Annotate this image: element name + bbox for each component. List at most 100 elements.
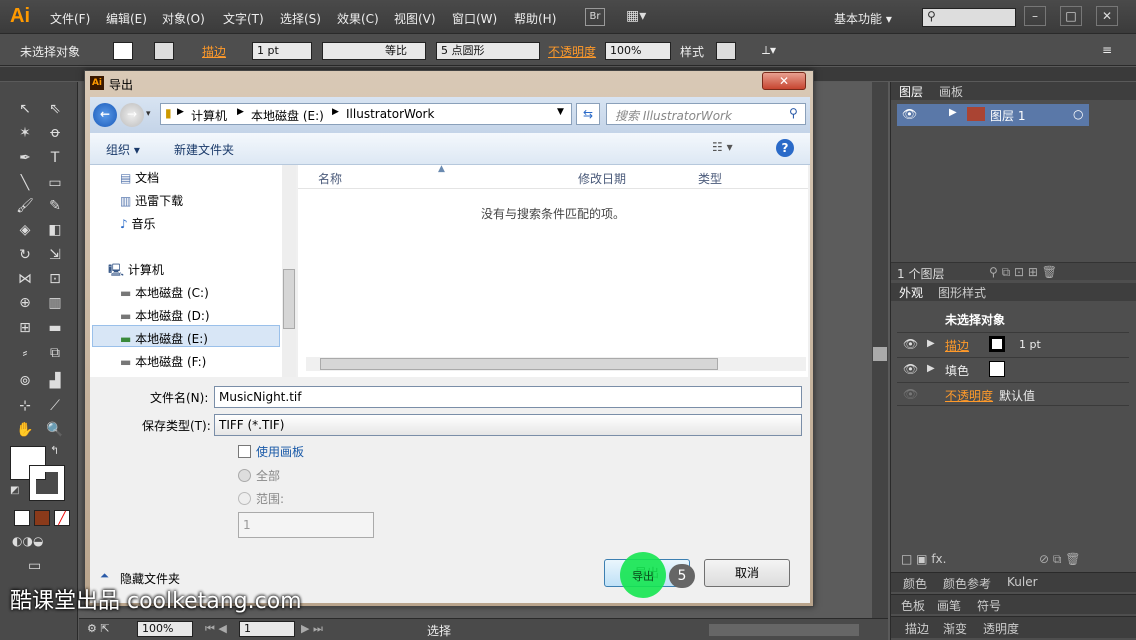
appearance-row-stroke[interactable]: 👁 ▶ 描边 1 pt xyxy=(897,332,1129,356)
range-input[interactable]: 1 xyxy=(238,512,374,538)
nav-drive-e[interactable]: ▬ 本地磁盘 (E:) xyxy=(120,330,208,347)
new-folder-button[interactable]: 新建文件夹 xyxy=(174,141,234,158)
tab-stroke[interactable]: 描边 xyxy=(905,620,929,638)
view-options-icon[interactable]: ☷ ▾ xyxy=(712,140,733,154)
refresh-icon[interactable]: ⇆ xyxy=(576,103,600,125)
type-tool-icon[interactable]: T xyxy=(42,147,68,169)
artboard-number-field[interactable]: 1 xyxy=(239,621,295,637)
expand-arrow-icon[interactable]: ▶ xyxy=(949,107,957,118)
chevron-right-icon[interactable]: ▶ xyxy=(237,107,244,117)
opacity-link[interactable]: 不透明度 xyxy=(945,387,993,404)
tab-kuler[interactable]: Kuler xyxy=(1007,575,1038,593)
column-name[interactable]: 名称 xyxy=(318,170,342,187)
nav-drive-f[interactable]: ▬ 本地磁盘 (F:) xyxy=(120,353,206,370)
range-radio[interactable] xyxy=(238,492,251,505)
brush-dropdown[interactable]: 5 点圆形 xyxy=(436,42,540,60)
layer-name[interactable]: 图层 1 xyxy=(990,107,1025,124)
appearance-footer-icons[interactable]: □ ▣ fx. xyxy=(901,552,946,566)
maximize-button[interactable]: □ xyxy=(1060,6,1082,26)
forward-arrow-icon[interactable]: → xyxy=(120,103,144,127)
scroll-thumb[interactable] xyxy=(873,347,887,361)
bridge-button[interactable]: Br xyxy=(585,8,605,26)
layer-row[interactable]: 👁 ▶ 图层 1 ○ xyxy=(897,104,1089,126)
help-search-input[interactable] xyxy=(922,8,1016,27)
target-circle-icon[interactable]: ○ xyxy=(1073,107,1083,121)
nav-thunder-downloads[interactable]: ▥ 迅雷下载 xyxy=(120,192,183,209)
fx-button[interactable]: fx. xyxy=(931,552,946,566)
breadcrumb-computer[interactable]: 计算机 xyxy=(191,107,227,124)
pen-tool-icon[interactable]: ✒ xyxy=(12,147,38,169)
history-dropdown-icon[interactable]: ▾ xyxy=(146,109,151,119)
breadcrumb-drive-e[interactable]: 本地磁盘 (E:) xyxy=(251,107,324,124)
zoom-tool-icon[interactable]: 🔍 xyxy=(42,419,68,441)
visibility-eye-icon[interactable]: 👁 xyxy=(903,387,918,401)
color-mode-icon[interactable] xyxy=(14,510,30,526)
fill-swatch[interactable] xyxy=(113,42,133,60)
visibility-eye-icon[interactable]: 👁 xyxy=(902,107,917,121)
menu-help[interactable]: 帮助(H) xyxy=(514,10,556,27)
filename-input[interactable]: MusicNight.tif xyxy=(214,386,802,408)
tab-color-guide[interactable]: 颜色参考 xyxy=(943,575,991,593)
tab-color[interactable]: 颜色 xyxy=(903,575,927,593)
use-artboards-label[interactable]: 使用画板 xyxy=(256,443,304,460)
panel-menu-icon[interactable]: ≡ xyxy=(1102,43,1112,57)
visibility-eye-icon[interactable]: 👁 xyxy=(903,362,918,376)
drawing-modes-icon[interactable]: ◐◑◒ xyxy=(12,534,43,548)
nav-drive-c[interactable]: ▬ 本地磁盘 (C:) xyxy=(120,284,209,301)
width-tool-icon[interactable]: ⋈ xyxy=(12,268,38,290)
tab-brushes[interactable]: 画笔 xyxy=(937,597,961,615)
status-icons[interactable]: ⚙ ⇱ xyxy=(87,622,110,635)
eyedropper-tool-icon[interactable]: ⸗ xyxy=(12,342,38,364)
tab-gradient[interactable]: 渐变 xyxy=(943,620,967,638)
shape-builder-tool-icon[interactable]: ⊕ xyxy=(12,292,38,314)
appearance-row-fill[interactable]: 👁 ▶ 填色 xyxy=(897,357,1129,381)
address-path-box[interactable]: ▮ ▶ 计算机 ▶ 本地磁盘 (E:) ▶ IllustratorWork ▼ xyxy=(160,103,572,125)
layers-footer-icons[interactable]: ⚲ ⧉ ⊡ ⊞ 🗑 xyxy=(989,265,1057,280)
rectangle-tool-icon[interactable]: ▭ xyxy=(42,172,68,194)
back-arrow-icon[interactable]: ← xyxy=(93,103,117,127)
slice-tool-icon[interactable]: ⟋ xyxy=(42,395,68,417)
menu-effect[interactable]: 效果(C) xyxy=(337,10,379,27)
use-artboards-checkbox[interactable] xyxy=(238,445,251,458)
stroke-swatch[interactable] xyxy=(989,336,1005,352)
gradient-tool-icon[interactable]: ▬ xyxy=(42,317,68,339)
tab-layers[interactable]: 图层 xyxy=(899,83,923,101)
menu-type[interactable]: 文字(T) xyxy=(223,10,264,27)
tab-graphic-styles[interactable]: 图形样式 xyxy=(938,284,986,302)
tab-symbols[interactable]: 符号 xyxy=(977,597,1001,615)
opacity-label[interactable]: 不透明度 xyxy=(548,43,596,60)
collapse-up-icon[interactable]: ⏶ xyxy=(100,569,109,583)
chevron-right-icon[interactable]: ▶ xyxy=(177,107,184,117)
artboard-nav-next-icon[interactable]: ▶ ⏭ xyxy=(301,622,323,636)
expand-arrow-icon[interactable]: ▶ xyxy=(927,338,935,349)
artboard-tool-icon[interactable]: ⊹ xyxy=(12,395,38,417)
style-swatch[interactable] xyxy=(716,42,736,60)
nav-music[interactable]: ♪ 音乐 xyxy=(120,215,156,232)
free-transform-tool-icon[interactable]: ⊡ xyxy=(42,268,68,290)
stroke-weight-field[interactable]: 1 pt xyxy=(252,42,312,60)
tab-transparency[interactable]: 透明度 xyxy=(983,620,1019,638)
zoom-field[interactable]: 100% xyxy=(137,621,193,637)
filetype-select[interactable]: TIFF (*.TIF) xyxy=(214,414,802,436)
expand-arrow-icon[interactable]: ▶ xyxy=(927,363,935,374)
symbol-sprayer-tool-icon[interactable]: ⊚ xyxy=(12,370,38,392)
help-icon[interactable]: ? xyxy=(776,139,794,157)
menu-select[interactable]: 选择(S) xyxy=(280,10,321,27)
nav-documents[interactable]: ▤ 文档 xyxy=(120,169,159,186)
tab-artboards[interactable]: 画板 xyxy=(939,83,963,101)
swap-fill-stroke-icon[interactable]: ↰ xyxy=(50,444,59,457)
cancel-button[interactable]: 取消 xyxy=(704,559,790,587)
menu-edit[interactable]: 编辑(E) xyxy=(106,10,147,27)
perspective-grid-tool-icon[interactable]: ▥ xyxy=(42,292,68,314)
none-mode-icon[interactable]: ╱ xyxy=(54,510,70,526)
eraser-tool-icon[interactable]: ◧ xyxy=(42,219,68,241)
default-colors-icon[interactable]: ◩ xyxy=(10,485,19,496)
workspace-switcher[interactable]: 基本功能 ▾ xyxy=(834,10,892,27)
folder-search-input[interactable]: 搜索 IllustratorWork ⚲ xyxy=(606,103,806,125)
dialog-close-button[interactable]: ✕ xyxy=(762,72,806,90)
close-app-button[interactable]: ✕ xyxy=(1096,6,1118,26)
scale-tool-icon[interactable]: ⇲ xyxy=(42,244,68,266)
stroke-swatch[interactable] xyxy=(154,42,174,60)
breadcrumb-folder[interactable]: IllustratorWork xyxy=(346,107,434,121)
stroke-link[interactable]: 描边 xyxy=(945,337,969,354)
